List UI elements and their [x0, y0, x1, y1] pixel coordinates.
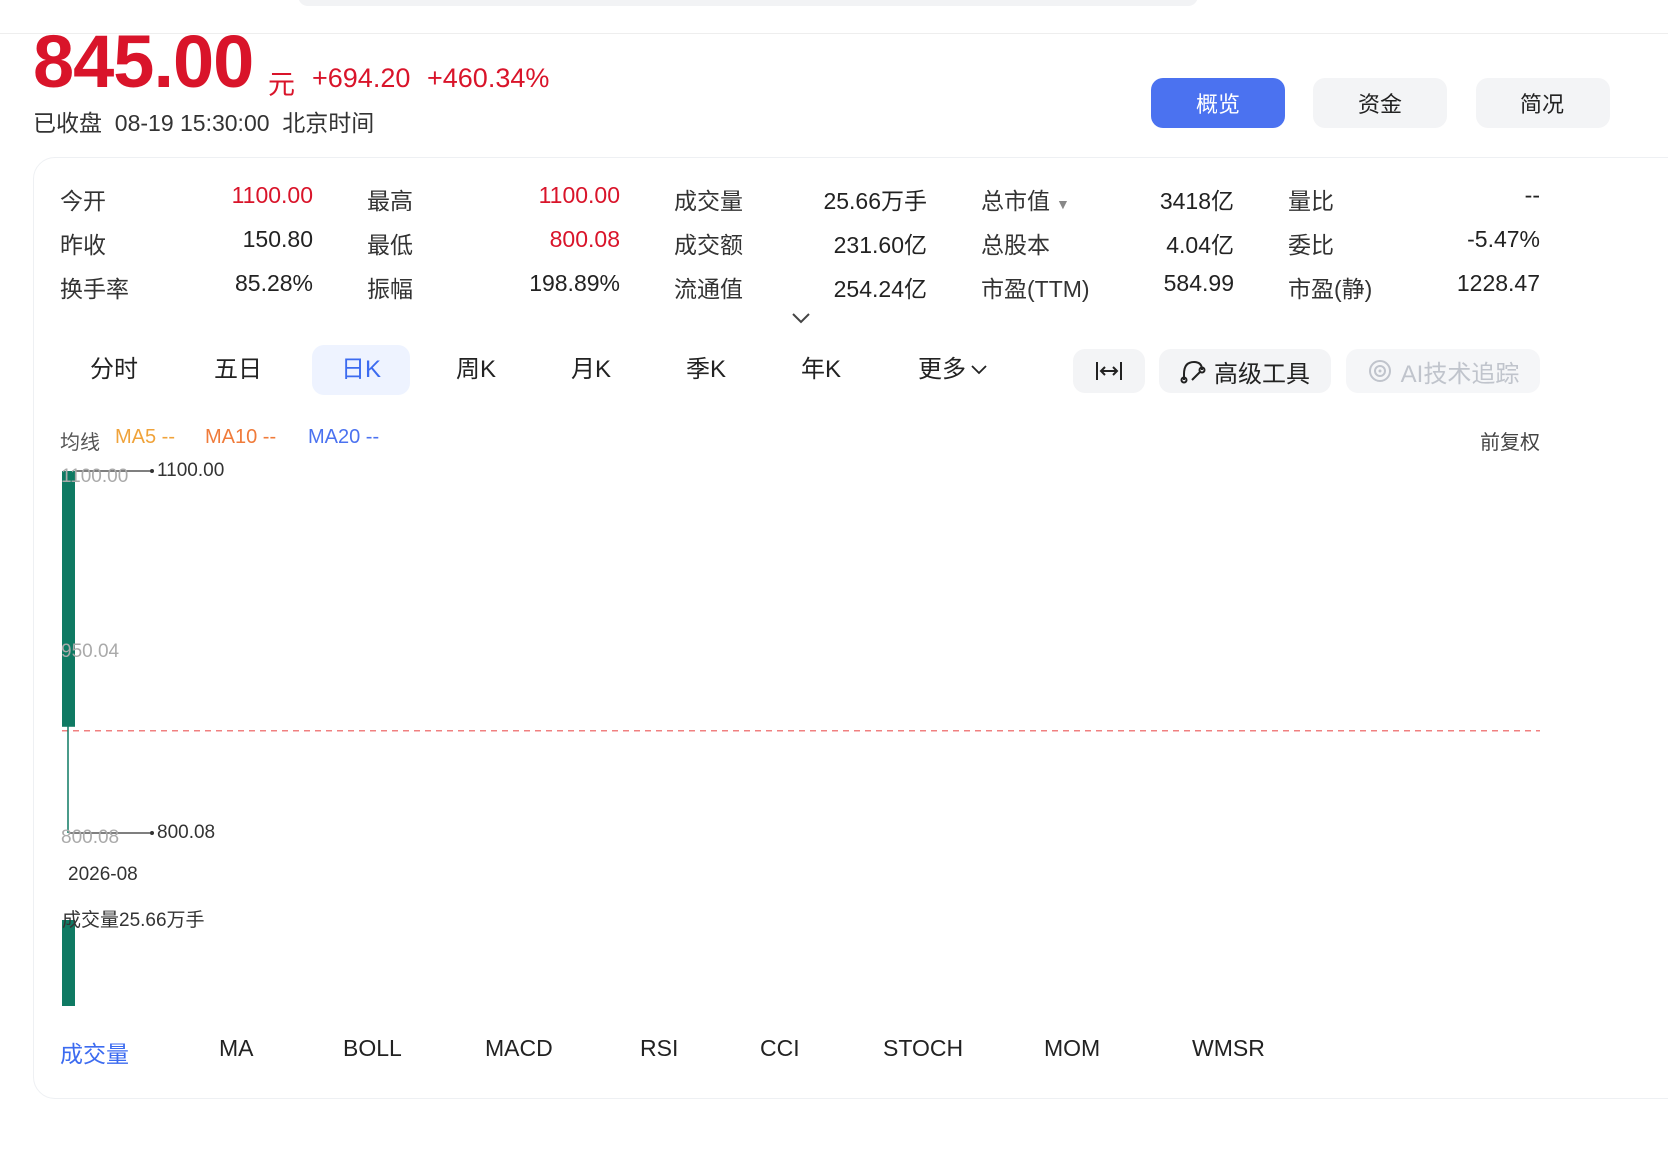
low-marker-label: 800.08: [157, 822, 216, 843]
y-tick-mid: 950.04: [61, 641, 120, 662]
indicator-tab-wmsr[interactable]: WMSR: [1192, 1035, 1265, 1062]
indicator-tab-mom[interactable]: MOM: [1044, 1035, 1100, 1062]
low-marker-dot: [150, 831, 154, 835]
kline-chart[interactable]: [0, 0, 1668, 1156]
volume-bar: [62, 920, 75, 1006]
high-marker-dot: [150, 469, 154, 473]
indicator-tab-macd[interactable]: MACD: [485, 1035, 553, 1062]
high-marker-label: 1100.00: [157, 460, 225, 481]
indicator-tab-stoch[interactable]: STOCH: [883, 1035, 963, 1062]
y-tick-bottom: 800.08: [61, 827, 120, 848]
volume-legend: 成交量25.66万手: [62, 910, 205, 931]
indicator-tab-cci[interactable]: CCI: [760, 1035, 800, 1062]
x-tick-date: 2026-08: [68, 864, 138, 885]
candle-body: [62, 471, 75, 727]
y-tick-top: 1100.00: [61, 466, 129, 487]
indicator-tab-rsi[interactable]: RSI: [640, 1035, 678, 1062]
indicator-tab-ma[interactable]: MA: [219, 1035, 254, 1062]
indicator-tab-volume[interactable]: 成交量: [60, 1035, 129, 1069]
indicator-tab-boll[interactable]: BOLL: [343, 1035, 402, 1062]
